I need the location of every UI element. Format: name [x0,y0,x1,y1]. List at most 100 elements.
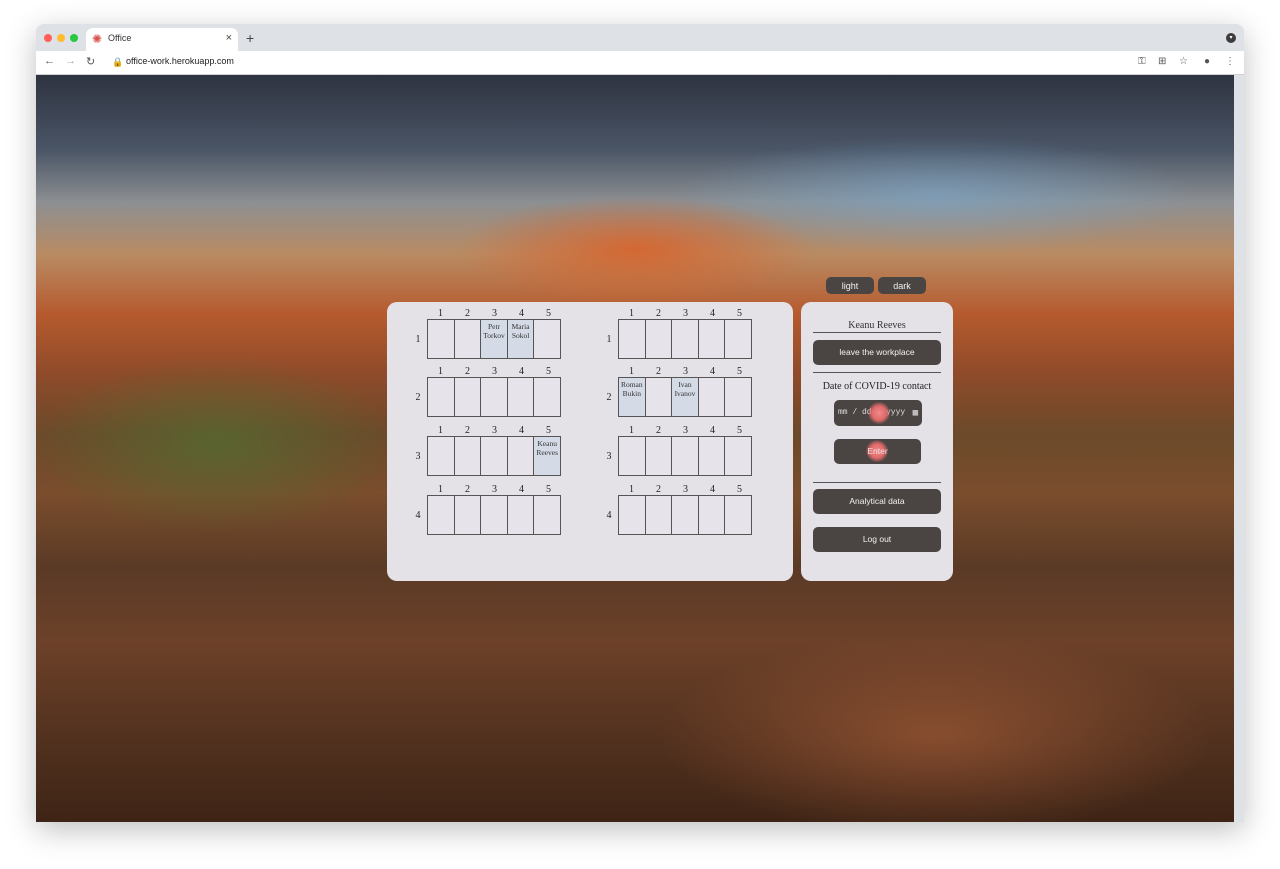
row-number: 1 [415,334,421,345]
row-number: 1 [606,334,612,345]
column-number: 2 [656,425,661,436]
forward-icon[interactable]: → [65,55,76,67]
column-number: 5 [737,484,742,495]
occupied-desk[interactable]: Maria Sokol [507,320,535,358]
analytical-data-button[interactable]: Analytical data [813,489,941,514]
enter-label: Enter [867,446,888,456]
desk-slot[interactable] [645,320,673,358]
desk-slot[interactable] [698,496,726,534]
desk-slot[interactable] [454,378,482,416]
desk-slot[interactable] [428,437,455,475]
column-number: 1 [438,308,443,319]
desk-row: 1 2 3 4 5 1 [607,308,752,359]
desk-row: 1 2 3 4 5 2 [416,366,561,417]
column-number: 3 [492,366,497,377]
menu-dots-icon[interactable]: ⋮ [1225,56,1235,67]
column-number: 1 [629,366,634,377]
desk-row: 1 2 3 4 5 2 Roman Bukin Ivan Ivanov [607,366,752,417]
office-floor-plan: 1 2 3 4 5 1 Petr Torkov Maria Sokol 1 2 3 4 5 2 1 2 3 4 5 3… [387,302,793,581]
column-number: 3 [683,425,688,436]
desk-slot[interactable] [454,437,482,475]
leave-workplace-button[interactable]: leave the workplace [813,340,941,365]
desk-slot[interactable] [619,320,646,358]
desk-slot[interactable] [428,378,455,416]
desk-slot[interactable] [672,437,699,475]
column-number: 4 [519,484,524,495]
desk-slot[interactable] [428,496,455,534]
seat-row [618,319,752,359]
desk-row: 1 2 3 4 5 1 Petr Torkov Maria Sokol [416,308,561,359]
column-number: 4 [519,308,524,319]
desk-slot[interactable] [645,496,673,534]
occupied-desk[interactable]: Petr Torkov [481,320,508,358]
tab-office[interactable]: ✺ Office × [86,28,238,51]
desk-slot[interactable] [725,320,751,358]
profile-icon[interactable]: ● [1204,56,1210,67]
desk-slot[interactable] [507,496,535,534]
column-number: 2 [465,484,470,495]
window-minimize-button[interactable] [57,34,65,42]
desk-slot[interactable] [672,320,699,358]
dark-theme-button[interactable]: dark [878,277,926,294]
desk-slot[interactable] [619,437,646,475]
calendar-icon[interactable]: ▦ [913,400,918,426]
new-tab-button[interactable]: + [246,30,254,46]
enter-button[interactable]: Enter [834,439,921,464]
row-number: 3 [415,451,421,462]
occupied-desk[interactable]: Roman Bukin [619,378,646,416]
column-number: 1 [629,425,634,436]
light-theme-button[interactable]: light [826,277,874,294]
key-icon[interactable]: ⚿ [1138,56,1146,67]
window-close-button[interactable] [44,34,52,42]
desk-slot[interactable] [725,437,751,475]
translate-icon[interactable]: ⊞ [1158,56,1166,67]
covid-date-input[interactable]: mm / dd / yyyy ▦ [834,400,922,426]
desk-slot[interactable] [507,378,535,416]
desk-slot[interactable] [725,496,751,534]
occupied-desk[interactable]: Keanu Reeves [534,437,560,475]
desk-slot[interactable] [698,437,726,475]
tab-close-icon[interactable]: × [226,32,232,44]
desk-slot[interactable] [454,496,482,534]
seat-row: Roman Bukin Ivan Ivanov [618,377,752,417]
column-number: 4 [710,484,715,495]
desk-slot[interactable] [698,378,726,416]
reload-icon[interactable]: ↻ [86,55,95,68]
seat-row [427,377,561,417]
desk-slot[interactable] [725,378,751,416]
desk-slot[interactable] [534,378,560,416]
desk-slot[interactable] [454,320,482,358]
column-number: 2 [465,308,470,319]
tab-search-icon[interactable]: ▾ [1226,33,1236,43]
window-maximize-button[interactable] [70,34,78,42]
desk-slot[interactable] [698,320,726,358]
column-number: 2 [656,484,661,495]
column-numbers: 1 2 3 4 5 [427,425,561,436]
desk-slot[interactable] [619,496,646,534]
address-bar[interactable]: office-work.herokuapp.com [126,56,234,66]
virus-icon [868,402,890,424]
desk-slot[interactable] [481,496,508,534]
occupied-desk[interactable]: Ivan Ivanov [672,378,699,416]
column-numbers: 1 2 3 4 5 [618,308,752,319]
seat-row [618,495,752,535]
desk-slot[interactable] [428,320,455,358]
log-out-button[interactable]: Log out [813,527,941,552]
desk-slot[interactable] [534,496,560,534]
lock-icon[interactable]: 🔒 [112,57,123,68]
desk-slot[interactable] [534,320,560,358]
column-number: 2 [465,425,470,436]
desk-slot[interactable] [672,496,699,534]
column-number: 5 [737,308,742,319]
back-icon[interactable]: ← [44,55,55,67]
column-number: 3 [683,484,688,495]
desk-slot[interactable] [645,437,673,475]
desk-slot[interactable] [645,378,673,416]
bookmark-star-icon[interactable]: ☆ [1179,56,1188,67]
desk-slot[interactable] [507,437,535,475]
column-number: 2 [465,366,470,377]
desk-slot[interactable] [481,378,508,416]
desk-slot[interactable] [481,437,508,475]
virus-icon: ✺ [92,32,103,46]
user-sidebar: Keanu Reeves leave the workplace Date of… [801,302,953,581]
